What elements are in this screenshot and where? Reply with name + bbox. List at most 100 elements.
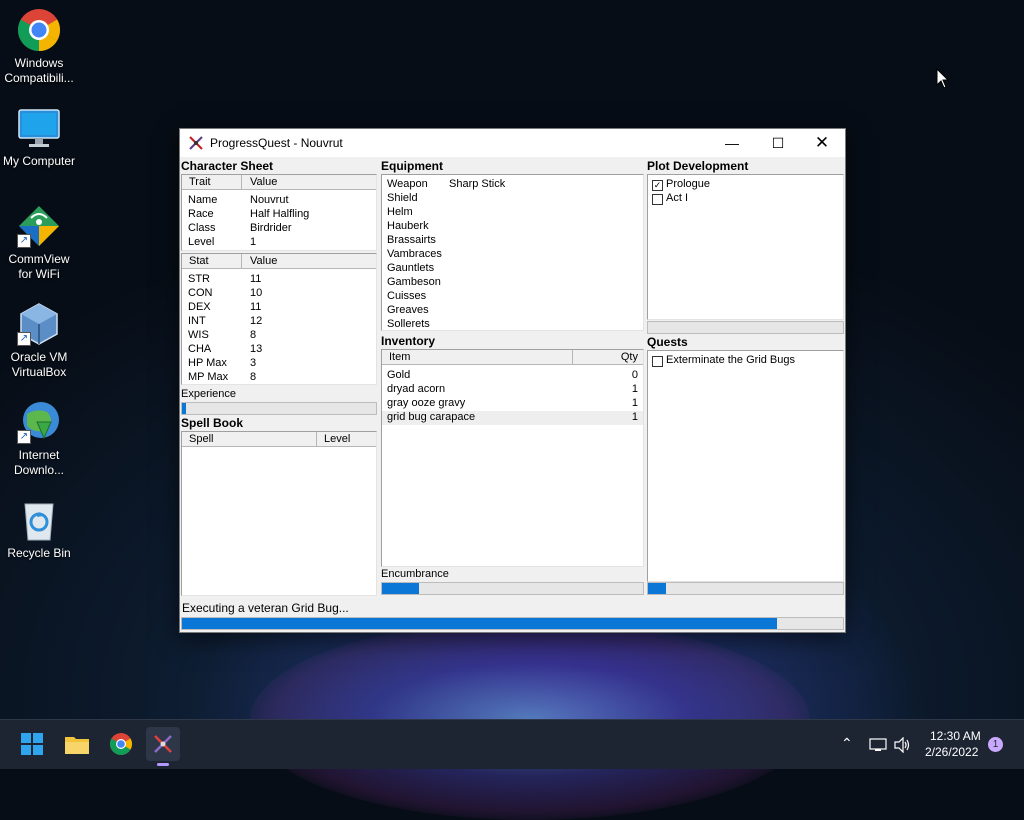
inventory-row[interactable]: dryad acorn 1 <box>382 383 643 397</box>
clock-time[interactable]: 12:30 AM <box>930 729 981 743</box>
plot-act-row[interactable]: Act I <box>648 192 843 206</box>
stat-row[interactable]: DEX 11 <box>182 301 376 315</box>
desktop-icon-my-computer[interactable]: My Computer <box>0 106 78 169</box>
value-column-header[interactable]: Value <box>250 176 277 188</box>
inventory-row[interactable]: gray ooze gravy 1 <box>382 397 643 411</box>
equipment-row[interactable]: Greaves <box>382 304 643 318</box>
trait-row[interactable]: Race Half Halfling <box>182 208 376 222</box>
stat-value-column-header[interactable]: Value <box>250 255 277 267</box>
equipment-slot: Helm <box>387 206 413 218</box>
recycle-bin-icon <box>17 498 61 542</box>
taskbar: ⌃ 12:30 AM 2/26/2022 1 <box>0 719 1024 769</box>
quest-list[interactable]: Exterminate the Grid Bugs <box>647 350 844 582</box>
trait-column-header[interactable]: Trait <box>189 176 211 188</box>
checkbox-unchecked-icon[interactable] <box>652 194 663 205</box>
notification-badge[interactable]: 1 <box>988 737 1003 752</box>
stat-value: 13 <box>250 343 263 355</box>
desktop-icon-label: CommView for WiFi <box>8 252 70 281</box>
stat-row[interactable]: WIS 8 <box>182 329 376 343</box>
plot-progress-bar <box>647 321 844 334</box>
desktop-icon-windows-compat[interactable]: Windows Compatibili... <box>0 8 78 86</box>
trait-value: 1 <box>250 236 257 248</box>
equipment-row[interactable]: Shield <box>382 192 643 206</box>
stats-list[interactable]: Stat Value STR 11 CON 10 DEX 11 INT 12 WIS 8 … <box>181 253 377 385</box>
stat-name: MP Max <box>188 371 229 383</box>
inventory-row[interactable]: grid bug carapace 1 <box>382 411 643 425</box>
trait-value: Nouvrut <box>250 194 289 206</box>
trait-value: Half Halfling <box>250 208 310 220</box>
chrome-taskbar-button[interactable] <box>104 727 138 761</box>
trait-row[interactable]: Level 1 <box>182 236 376 250</box>
stat-value: 10 <box>250 287 263 299</box>
task-progress-bar <box>181 617 844 630</box>
progressquest-taskbar-button[interactable] <box>146 727 180 766</box>
trait-row[interactable]: Class Birdrider <box>182 222 376 236</box>
stat-row[interactable]: INT 12 <box>182 315 376 329</box>
stat-column-header[interactable]: Stat <box>189 255 209 267</box>
traits-list[interactable]: Trait Value Name Nouvrut Race Half Halfl… <box>181 174 377 251</box>
experience-bar <box>181 402 377 415</box>
equipment-row[interactable]: Helm <box>382 206 643 220</box>
volume-icon[interactable] <box>893 737 911 753</box>
qty-column-header[interactable]: Qty <box>621 351 638 363</box>
stat-row[interactable]: CHA 13 <box>182 343 376 357</box>
desktop-icon-virtualbox[interactable]: ↗ Oracle VM VirtualBox <box>0 302 78 380</box>
equipment-label: Equipment <box>381 159 443 173</box>
stat-row[interactable]: CON 10 <box>182 287 376 301</box>
equipment-list[interactable]: Weapon Sharp Stick Shield Helm Hauberk Br… <box>381 174 644 331</box>
desktop-icon-internet-download[interactable]: ↗ Internet Downlo... <box>0 400 78 478</box>
quest-row[interactable]: Exterminate the Grid Bugs <box>648 354 843 368</box>
stat-row[interactable]: HP Max 3 <box>182 357 376 371</box>
spell-column-header[interactable]: Spell <box>189 433 213 445</box>
inventory-list[interactable]: Item Qty Gold 0 dryad acorn 1 gray ooze gr… <box>381 349 644 567</box>
quest-progress-bar-fill <box>648 583 666 594</box>
inventory-item-qty: 0 <box>631 369 638 381</box>
equipment-row[interactable]: Cuisses <box>382 290 643 304</box>
experience-bar-fill <box>182 403 186 414</box>
stat-row[interactable]: MP Max 8 <box>182 371 376 385</box>
inventory-row[interactable]: Gold 0 <box>382 369 643 383</box>
stat-name: HP Max <box>188 357 227 369</box>
encumbrance-label: Encumbrance <box>381 568 449 580</box>
equipment-row[interactable]: Gauntlets <box>382 262 643 276</box>
chrome-icon <box>110 733 132 755</box>
window-title: ProgressQuest - Nouvrut <box>210 136 343 150</box>
checkbox-checked-icon[interactable]: ✓ <box>652 180 663 191</box>
desktop-icon-label: Internet Downlo... <box>13 448 65 477</box>
stat-row[interactable]: STR 11 <box>182 273 376 287</box>
level-column-header[interactable]: Level <box>324 433 350 445</box>
show-hidden-icons-button[interactable]: ⌃ <box>841 735 853 752</box>
start-button[interactable] <box>15 727 49 761</box>
stat-name: WIS <box>188 329 209 341</box>
close-button[interactable]: ✕ <box>799 129 845 157</box>
plot-act-row[interactable]: ✓ Prologue <box>648 178 843 192</box>
inventory-item-name: gray ooze gravy <box>387 397 466 409</box>
desktop-icon-recycle-bin[interactable]: Recycle Bin <box>0 498 78 561</box>
equipment-slot: Hauberk <box>387 220 429 232</box>
spell-list[interactable]: Spell Level <box>181 431 377 596</box>
item-column-header[interactable]: Item <box>389 351 410 363</box>
clock-date[interactable]: 2/26/2022 <box>925 745 978 759</box>
window-titlebar[interactable]: ProgressQuest - Nouvrut — ☐ ✕ <box>180 129 845 157</box>
column-divider <box>241 175 242 189</box>
minimize-button[interactable]: — <box>709 129 755 157</box>
inventory-item-qty: 1 <box>631 383 638 395</box>
plot-list[interactable]: ✓ Prologue Act I <box>647 174 844 320</box>
trait-row[interactable]: Name Nouvrut <box>182 194 376 208</box>
equipment-row[interactable]: Weapon Sharp Stick <box>382 178 643 192</box>
status-text: Executing a veteran Grid Bug... <box>182 601 349 615</box>
equipment-row[interactable]: Sollerets <box>382 318 643 332</box>
maximize-button[interactable]: ☐ <box>755 129 801 157</box>
trait-name: Name <box>188 194 218 206</box>
network-icon[interactable] <box>869 737 887 753</box>
progressquest-window[interactable]: ProgressQuest - Nouvrut — ☐ ✕ Character … <box>179 128 846 633</box>
shortcut-arrow-icon: ↗ <box>17 332 31 346</box>
equipment-row[interactable]: Vambraces <box>382 248 643 262</box>
checkbox-unchecked-icon[interactable] <box>652 356 663 367</box>
equipment-row[interactable]: Gambeson <box>382 276 643 290</box>
equipment-row[interactable]: Hauberk <box>382 220 643 234</box>
equipment-row[interactable]: Brassairts <box>382 234 643 248</box>
equipment-slot: Vambraces <box>387 248 442 260</box>
file-explorer-button[interactable] <box>60 727 94 761</box>
desktop-icon-commview[interactable]: ↗ CommView for WiFi <box>0 204 78 282</box>
